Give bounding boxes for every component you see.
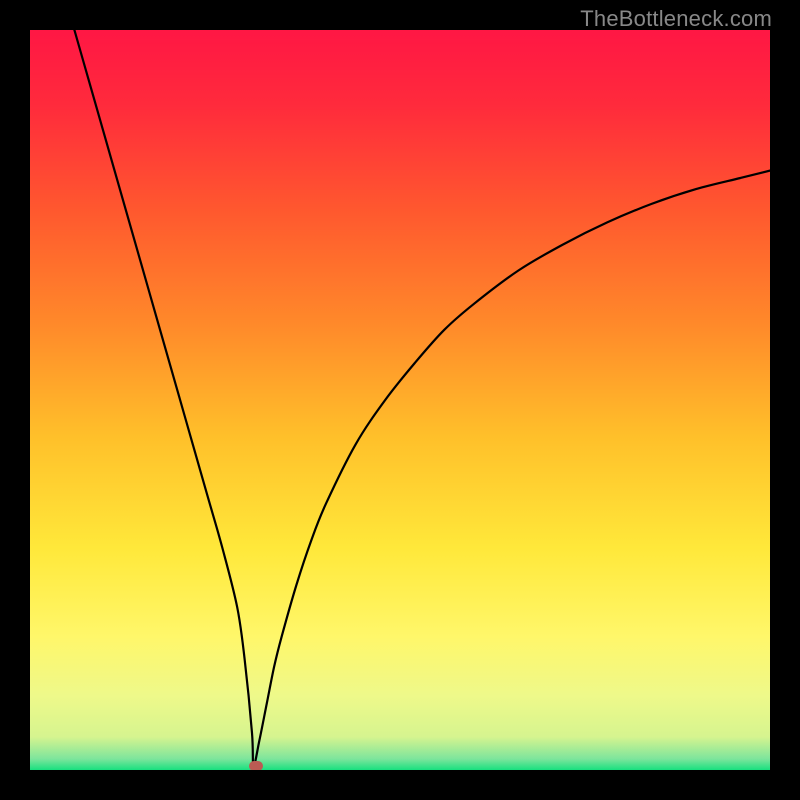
chart-frame: TheBottleneck.com [0, 0, 800, 800]
watermark-label: TheBottleneck.com [580, 6, 772, 32]
minimum-marker [249, 761, 263, 770]
plot-area [30, 30, 770, 770]
bottleneck-curve [30, 30, 770, 770]
